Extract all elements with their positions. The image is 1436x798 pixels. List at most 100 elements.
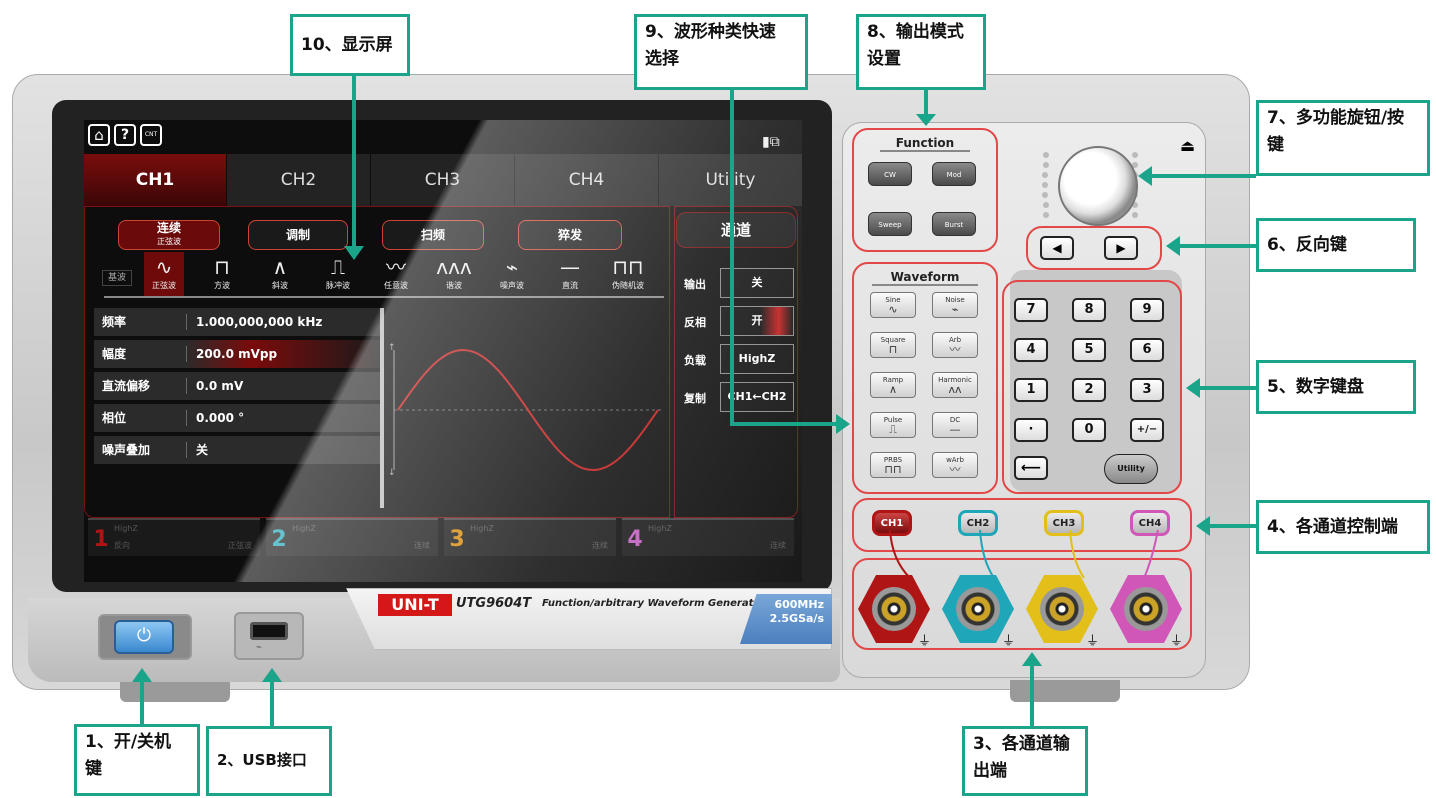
waveform-key-dc[interactable]: DC — bbox=[932, 412, 978, 438]
waveform-key-warb[interactable]: wArb 〰 bbox=[932, 452, 978, 478]
channel-load: HighZ bbox=[648, 524, 672, 533]
ground-icon: ⏚ bbox=[918, 634, 932, 649]
numpad-key[interactable]: 3 bbox=[1130, 378, 1164, 402]
waveform-key-prbs[interactable]: PRBS ⊓⊓ bbox=[870, 452, 916, 478]
leader-channel bbox=[1210, 524, 1256, 528]
waveform-key-pulse[interactable]: Pulse ⎍ bbox=[870, 412, 916, 438]
channel-status-strip[interactable]: 4 HighZ 连续 bbox=[622, 518, 794, 556]
channel-number: 4 bbox=[627, 527, 643, 552]
tab-ch2[interactable]: CH2 bbox=[227, 154, 370, 206]
setting-key: 输出 bbox=[684, 278, 706, 291]
wave-icon: 〰 bbox=[386, 255, 406, 279]
waveform-key-sine[interactable]: Sine ∿ bbox=[870, 292, 916, 318]
function-key-burst[interactable]: Burst bbox=[932, 212, 976, 236]
wave-option[interactable]: 〰 任意波 bbox=[376, 254, 416, 294]
utility-key[interactable]: Utility bbox=[1104, 454, 1158, 484]
channel-setting-row[interactable]: 反相 开 bbox=[678, 306, 796, 336]
wave-icon: ʌʌʌ bbox=[436, 255, 472, 279]
wave-row-underline bbox=[104, 296, 664, 298]
channel-status-strip[interactable]: 3 HighZ 连续 bbox=[444, 518, 616, 556]
wave-option[interactable]: ʌʌʌ 谐波 bbox=[434, 254, 474, 294]
wave-option[interactable]: ⊓⊓ 伪随机波 bbox=[608, 254, 648, 294]
tab-ch3[interactable]: CH3 bbox=[371, 154, 514, 206]
param-key: 幅度 bbox=[102, 347, 127, 361]
tab-ch1[interactable]: CH1 bbox=[84, 154, 226, 206]
power-button[interactable]: ⏻ bbox=[114, 620, 174, 654]
numpad-key[interactable]: 6 bbox=[1130, 338, 1164, 362]
param-row[interactable]: 直流偏移 0.0 mV bbox=[94, 372, 380, 400]
wave-option[interactable]: ⎍ 脉冲波 bbox=[318, 254, 358, 294]
channel-number: 3 bbox=[449, 527, 465, 552]
wave-option[interactable]: ⊓ 方波 bbox=[202, 254, 242, 294]
display-screen[interactable]: ⌂ ? CNT ▮⧉ CH1 CH2 CH3 CH4 Utility 连续 正弦… bbox=[84, 120, 802, 582]
channel-setting-row[interactable]: 输出 关 bbox=[678, 268, 796, 298]
channel-wave: 正弦波 bbox=[228, 541, 252, 550]
numpad-key[interactable]: 4 bbox=[1014, 338, 1048, 362]
numpad-key[interactable]: +/− bbox=[1130, 418, 1164, 442]
home-icon[interactable]: ⌂ bbox=[88, 124, 110, 146]
waveform-key-icon: 〰 bbox=[949, 463, 961, 476]
left-arrow-key[interactable]: ◀ bbox=[1040, 236, 1074, 260]
wave-label: 谐波 bbox=[446, 281, 462, 290]
right-foot bbox=[1010, 680, 1120, 702]
usb-port[interactable] bbox=[250, 622, 288, 640]
function-label: Function bbox=[880, 136, 970, 152]
tab-ch4[interactable]: CH4 bbox=[515, 154, 658, 206]
mode-sweep[interactable]: 扫频 bbox=[382, 220, 484, 250]
waveform-key-ramp[interactable]: Ramp ∧ bbox=[870, 372, 916, 398]
wave-label: 伪随机波 bbox=[612, 281, 644, 290]
help-icon[interactable]: ? bbox=[114, 124, 136, 146]
waveform-key-noise[interactable]: Noise ⌁ bbox=[932, 292, 978, 318]
counter-icon[interactable]: CNT bbox=[140, 124, 162, 146]
mode-modulation[interactable]: 调制 bbox=[248, 220, 348, 250]
leader-waveform-h bbox=[730, 422, 840, 426]
channel-status-strip[interactable]: 1 HighZ 反向 正弦波 bbox=[88, 518, 260, 556]
wave-option[interactable]: ∧ 斜波 bbox=[260, 254, 300, 294]
waveform-key-arb[interactable]: Arb 〰 bbox=[932, 332, 978, 358]
mode-continuous[interactable]: 连续 正弦波 bbox=[118, 220, 220, 250]
wave-option[interactable]: — 直流 bbox=[550, 254, 590, 294]
param-row[interactable]: 频率 1.000,000,000 kHz bbox=[94, 308, 380, 336]
ground-icon: ⏚ bbox=[1086, 634, 1100, 649]
numpad-key[interactable]: 5 bbox=[1072, 338, 1106, 362]
numpad-key[interactable]: · bbox=[1014, 418, 1048, 442]
right-arrow-key[interactable]: ▶ bbox=[1104, 236, 1138, 260]
numpad-key[interactable]: 8 bbox=[1072, 298, 1106, 322]
waveform-key-icon: ∿ bbox=[888, 303, 898, 316]
numpad-key[interactable]: 1 bbox=[1014, 378, 1048, 402]
callout-arrow-keys: 6、反向键 bbox=[1256, 218, 1416, 272]
param-key: 相位 bbox=[102, 411, 127, 425]
channel-wave: 连续 bbox=[592, 541, 608, 550]
param-row[interactable]: 相位 0.000 ° bbox=[94, 404, 380, 432]
mode-burst[interactable]: 猝发 bbox=[518, 220, 622, 250]
param-value: 1.000,000,000 kHz bbox=[196, 315, 323, 329]
numpad-key[interactable]: 7 bbox=[1014, 298, 1048, 322]
function-key-mod[interactable]: Mod bbox=[932, 162, 976, 186]
param-row[interactable]: 幅度 200.0 mVpp bbox=[94, 340, 380, 368]
waveform-key-harmonic[interactable]: Harmonic ʌʌ bbox=[932, 372, 978, 398]
channel-status-strip[interactable]: 2 HighZ 连续 bbox=[266, 518, 438, 556]
wave-option[interactable]: ∿ 正弦波 bbox=[144, 254, 184, 294]
setting-key: 反相 bbox=[684, 316, 706, 329]
wave-option[interactable]: ⌁ 噪声波 bbox=[492, 254, 532, 294]
leader-display-arrow bbox=[344, 246, 364, 260]
multifunction-knob[interactable] bbox=[1058, 146, 1138, 226]
wave-icon: ⊓⊓ bbox=[612, 255, 644, 279]
waveform-key-square[interactable]: Square ⊓ bbox=[870, 332, 916, 358]
function-key-cw[interactable]: CW bbox=[868, 162, 912, 186]
channel-setting-row[interactable]: 负载 HighZ bbox=[678, 344, 796, 374]
wave-icon: ⌁ bbox=[505, 255, 519, 279]
backspace-key[interactable]: ⟵ bbox=[1014, 456, 1048, 480]
numpad-key[interactable]: 2 bbox=[1072, 378, 1106, 402]
channel-setting-row[interactable]: 复制 CH1←CH2 bbox=[678, 382, 796, 412]
usb-icon: ⌁ bbox=[256, 642, 263, 653]
wave-icon: ∿ bbox=[155, 255, 173, 279]
leader-knob-arrow bbox=[1138, 166, 1152, 186]
numpad-key[interactable]: 0 bbox=[1072, 418, 1106, 442]
param-value: 0.0 mV bbox=[196, 379, 244, 393]
leader-arrows bbox=[1180, 244, 1256, 248]
param-row[interactable]: 噪声叠加 关 bbox=[94, 436, 380, 464]
leader-outputs bbox=[1030, 664, 1034, 726]
function-key-sweep[interactable]: Sweep bbox=[868, 212, 912, 236]
numpad-key[interactable]: 9 bbox=[1130, 298, 1164, 322]
